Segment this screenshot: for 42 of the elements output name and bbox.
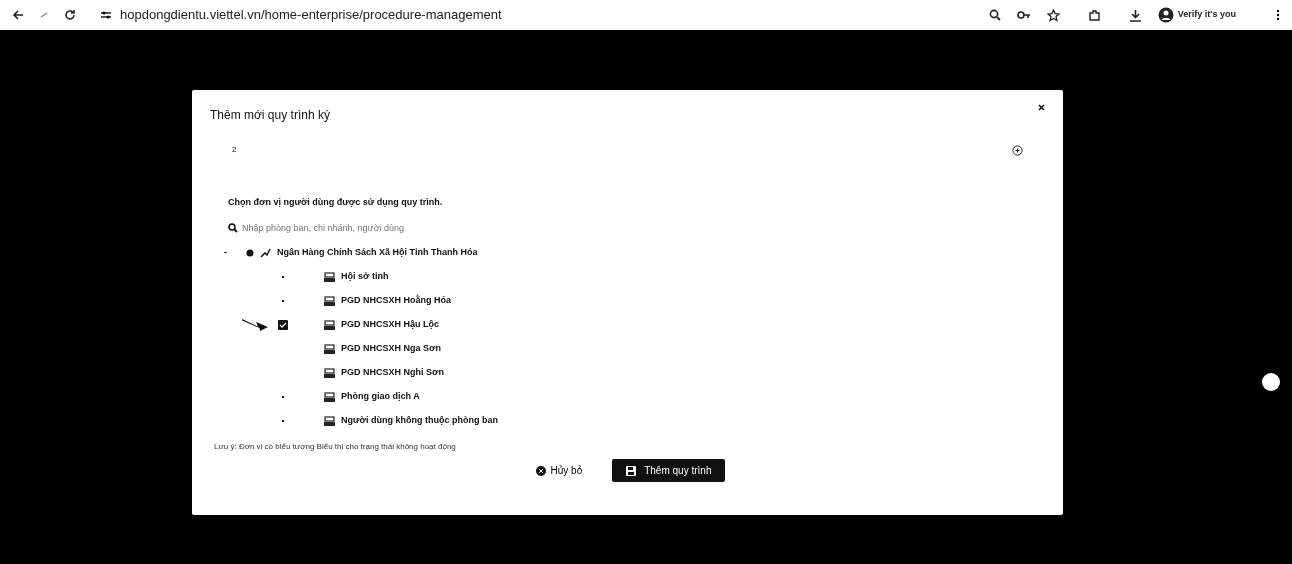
extensions-icon[interactable] bbox=[1087, 8, 1101, 22]
forward-icon[interactable] bbox=[40, 11, 48, 19]
back-icon[interactable] bbox=[12, 9, 24, 21]
tree-item-label[interactable]: Phòng giao dịch A bbox=[341, 390, 420, 404]
building-icon bbox=[324, 344, 335, 354]
profile-avatar-icon[interactable] bbox=[1157, 7, 1174, 23]
reload-icon[interactable] bbox=[64, 9, 76, 21]
instruction-text: Chọn đơn vị người dùng được sử dụng quy trình. bbox=[228, 196, 444, 209]
building-icon bbox=[324, 296, 335, 306]
note-text: Lưu ý: Đơn vị có biểu tượng Biểu thị cho trạng thái không hoạt động bbox=[214, 441, 457, 453]
zoom-icon[interactable] bbox=[988, 9, 1001, 21]
cancel-button[interactable]: Hủy bỏ bbox=[529, 462, 589, 479]
add-process-button[interactable]: Thêm quy trình bbox=[612, 459, 726, 482]
save-icon bbox=[626, 465, 637, 476]
tree-item-label[interactable]: Người dùng không thuộc phòng ban bbox=[341, 414, 498, 428]
modal-title: Thêm mới quy trình ký bbox=[210, 107, 330, 124]
password-key-icon[interactable] bbox=[1016, 10, 1031, 20]
tree-item-label[interactable]: Ngân Hàng Chính Sách Xã Hội Tỉnh Thanh Hóa bbox=[277, 246, 478, 260]
download-icon[interactable] bbox=[1128, 8, 1142, 22]
building-icon bbox=[324, 416, 335, 426]
radio-dot-icon[interactable] bbox=[246, 249, 254, 257]
close-circle-icon bbox=[535, 465, 546, 476]
tree-toggle[interactable]: - bbox=[224, 246, 234, 260]
building-icon bbox=[324, 392, 335, 402]
building-icon bbox=[324, 320, 335, 330]
more-menu-icon[interactable] bbox=[1276, 9, 1280, 21]
side-panel-handle-icon[interactable] bbox=[1262, 373, 1280, 391]
checkbox[interactable] bbox=[278, 320, 288, 330]
building-icon bbox=[324, 368, 335, 378]
tree-item-label[interactable]: PGD NHCSXH Nga Sơn bbox=[341, 342, 441, 356]
tree-item-label[interactable]: PGD NHCSXH Nghi Sơn bbox=[341, 366, 444, 380]
tree-item-label[interactable]: PGD NHCSXH Hậu Lộc bbox=[341, 318, 439, 332]
profile-label[interactable]: Verify it's you bbox=[1177, 8, 1236, 22]
bookmark-star-icon[interactable] bbox=[1046, 8, 1060, 22]
add-circle-icon[interactable] bbox=[1012, 144, 1023, 156]
search-icon bbox=[228, 223, 238, 234]
address-bar-url[interactable]: hopdongdientu.viettel.vn/home-enterprise/procedure-management bbox=[120, 5, 502, 25]
tree-item-label[interactable]: Hội sở tỉnh bbox=[341, 270, 389, 284]
tree-item-label[interactable]: PGD NHCSXH Hoằng Hóa bbox=[341, 294, 451, 308]
building-icon bbox=[324, 272, 335, 282]
site-settings-icon[interactable] bbox=[100, 9, 112, 21]
step-number: 2 bbox=[232, 144, 237, 156]
